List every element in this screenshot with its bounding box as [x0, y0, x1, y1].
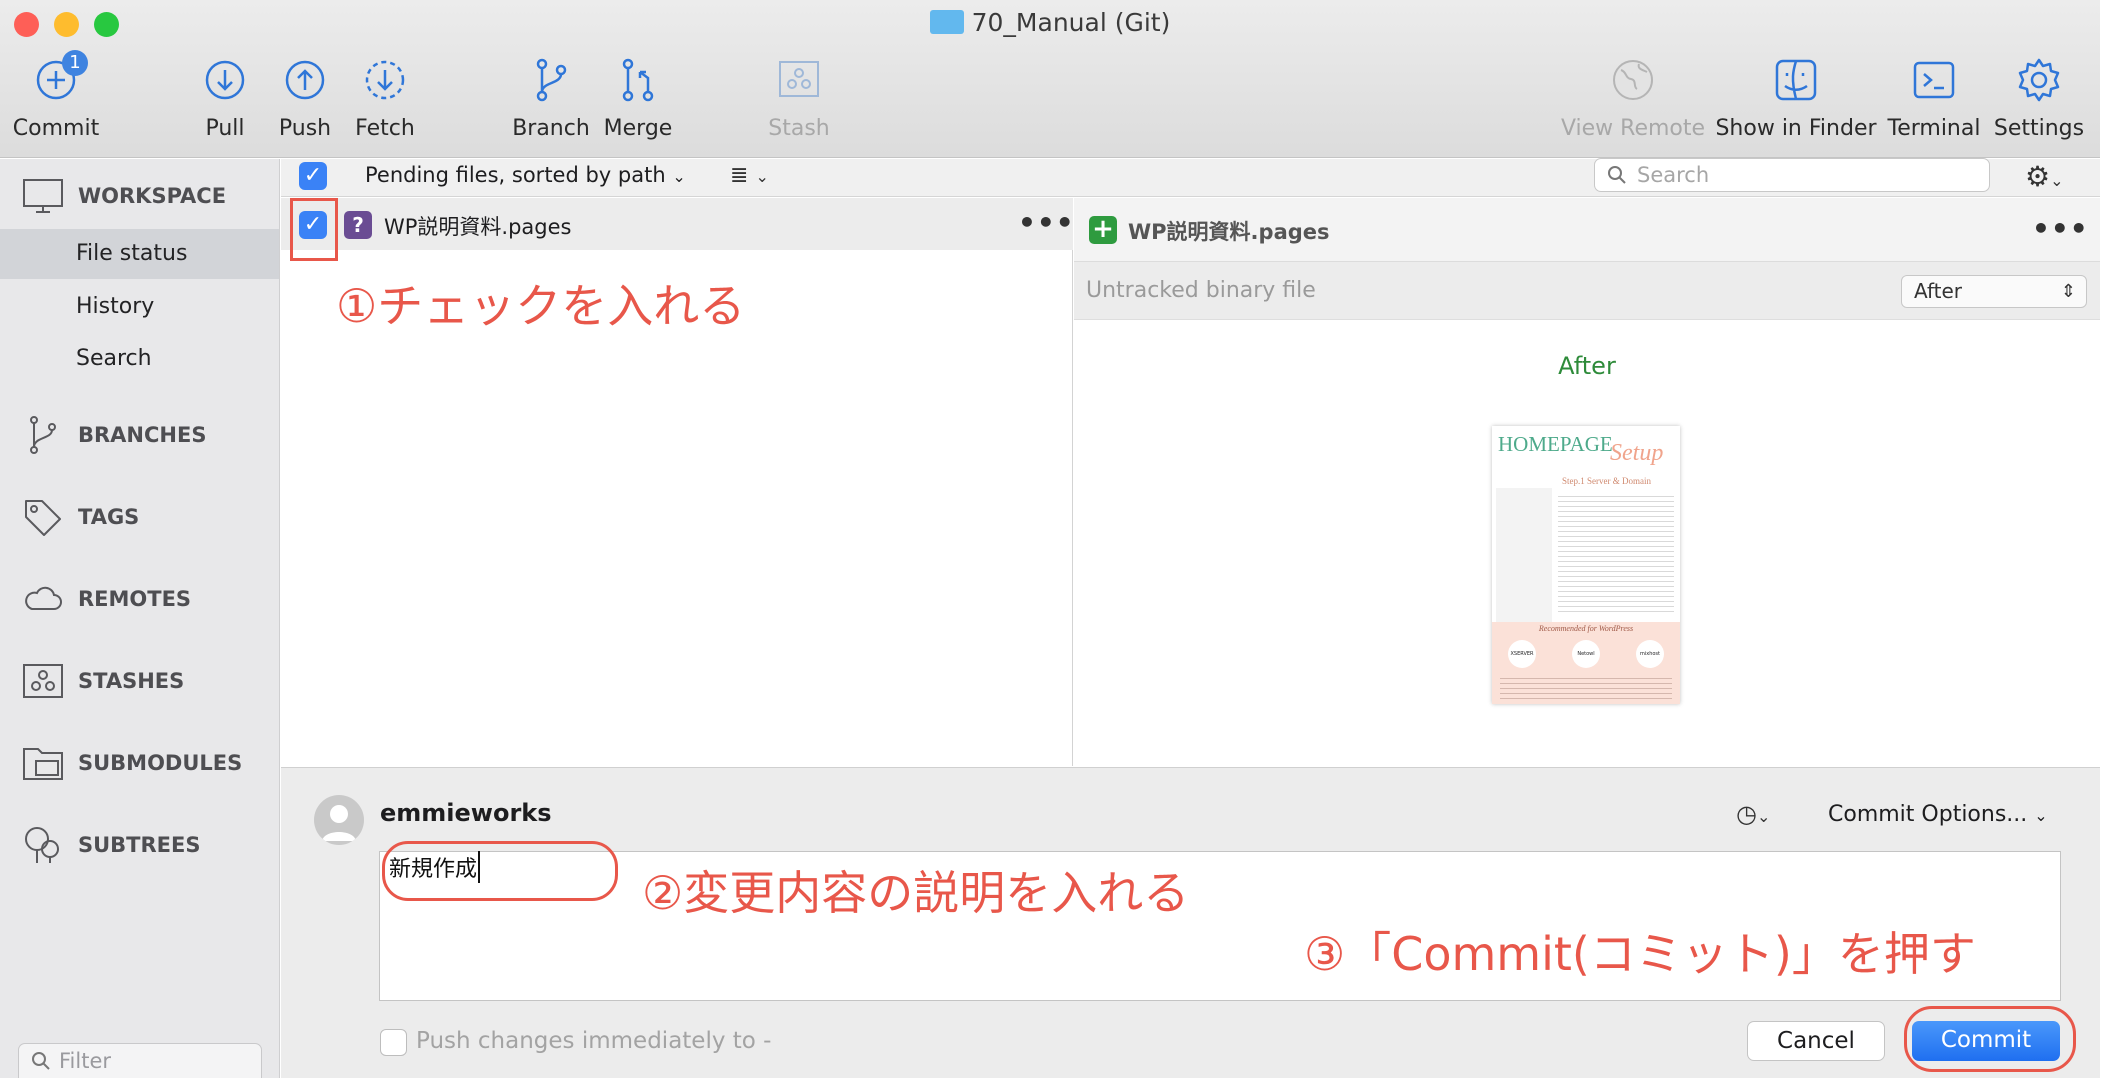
sort-dropdown[interactable]: Pending files, sorted by path ⌄ — [365, 163, 686, 187]
branch-icon — [30, 416, 56, 454]
commit-options-dropdown[interactable]: Commit Options... ⌄ — [1828, 802, 2048, 827]
chevron-down-icon: ⌄ — [2034, 806, 2048, 825]
push-immediately-checkbox[interactable] — [380, 1029, 407, 1056]
cloud-icon — [25, 586, 62, 610]
sidebar-branches-header[interactable]: BRANCHES — [22, 415, 206, 455]
view-mode-dropdown[interactable]: ≣ ⌄ — [730, 163, 769, 188]
netowl-logo: Netowl — [1572, 640, 1600, 668]
sidebar-item-history[interactable]: History — [0, 282, 279, 332]
fetch-button[interactable]: Fetch — [300, 56, 470, 141]
merge-icon — [614, 56, 662, 104]
sidebar-stashes-header[interactable]: STASHES — [22, 661, 184, 701]
cancel-button[interactable]: Cancel — [1747, 1021, 1885, 1061]
tree-icon — [25, 827, 59, 863]
chevron-down-icon: ⌄ — [755, 167, 769, 186]
chevron-down-icon: ⌄ — [2050, 171, 2064, 190]
settings-button[interactable]: Settings — [1954, 56, 2112, 141]
user-icon — [322, 805, 356, 841]
chevron-down-icon: ⌄ — [1756, 807, 1771, 826]
push-immediately-label: Push changes immediately to - — [416, 1028, 772, 1054]
merge-button[interactable]: Merge — [553, 56, 723, 141]
avatar — [314, 795, 364, 845]
sidebar-remotes-header[interactable]: REMOTES — [22, 579, 191, 619]
tag-icon — [25, 500, 61, 536]
commit-author: emmieworks — [380, 799, 552, 827]
annotation-box-commit — [1904, 1006, 2076, 1072]
sidebar-item-file-status[interactable]: File status — [0, 229, 279, 279]
sidebar-subtrees-header[interactable]: SUBTREES — [22, 825, 201, 865]
chevron-down-icon: ⌄ — [672, 167, 686, 186]
untracked-status-icon: ? — [344, 211, 372, 239]
gear-icon — [2015, 56, 2063, 104]
stash-button[interactable]: Stash — [714, 56, 884, 141]
terminal-icon — [1910, 56, 1958, 104]
annotation-step2: ②変更内容の説明を入れる — [642, 866, 1190, 920]
commit-toolbar-button[interactable]: 1 Commit — [0, 50, 141, 141]
file-name: WP説明資料.pages — [384, 215, 572, 239]
diff-view-select[interactable]: After ⇕ — [1901, 275, 2087, 308]
xserver-logo: XSERVER — [1508, 640, 1536, 668]
submodule-icon — [23, 748, 63, 780]
annotation-step3: ③「Commit(コミット)」を押す — [1304, 927, 1976, 981]
sidebar-item-search[interactable]: Search — [0, 334, 279, 384]
view-remote-button[interactable]: View Remote — [1548, 56, 1718, 141]
list-icon: ≣ — [730, 163, 749, 188]
document-preview-thumbnail: HOMEPAGE Setup Step.1 Server & Domain Re… — [1492, 426, 1680, 704]
commit-count-badge: 1 — [62, 50, 88, 76]
diff-more-button[interactable]: ••• — [2032, 212, 2089, 245]
sidebar-workspace-header[interactable]: WORKSPACE — [22, 176, 226, 216]
annotation-step1: ①チェックを入れる — [336, 279, 746, 333]
select-all-checkbox[interactable]: ✓ — [299, 162, 327, 190]
annotation-box-checkbox — [290, 198, 338, 261]
actions-menu-button[interactable]: ⚙⌄ — [2025, 160, 2064, 193]
gear-icon: ⚙ — [2025, 160, 2051, 193]
sidebar-filter-input[interactable]: Filter — [18, 1043, 262, 1078]
sidebar-tags-header[interactable]: TAGS — [22, 497, 139, 537]
updown-chevron-icon: ⇕ — [2060, 281, 2076, 302]
folder-icon — [929, 10, 964, 34]
diff-file-name: WP説明資料.pages — [1128, 220, 1330, 244]
search-input[interactable]: Search — [1594, 158, 1990, 192]
stash-icon — [775, 56, 823, 104]
added-file-icon: + — [1089, 216, 1117, 244]
commit-icon: 1 — [32, 50, 88, 104]
search-icon — [1608, 166, 1626, 184]
search-icon — [32, 1052, 50, 1070]
finder-icon — [1772, 56, 1820, 104]
after-heading: After — [1558, 352, 1616, 380]
annotation-box-message — [382, 841, 618, 901]
mixhost-logo: mixhost — [1636, 640, 1664, 668]
stash-icon — [23, 664, 63, 698]
globe-icon — [1609, 56, 1657, 104]
commit-history-dropdown[interactable]: ◷⌄ — [1736, 800, 1770, 828]
file-row-more-button[interactable]: ••• — [1018, 206, 1075, 239]
clock-icon: ◷ — [1736, 800, 1757, 828]
sidebar-submodules-header[interactable]: SUBMODULES — [22, 743, 242, 783]
diff-status-text: Untracked binary file — [1086, 278, 1316, 303]
window-title: 70_Manual (Git) — [0, 8, 2100, 37]
fetch-icon — [361, 56, 409, 104]
monitor-icon — [23, 179, 63, 213]
